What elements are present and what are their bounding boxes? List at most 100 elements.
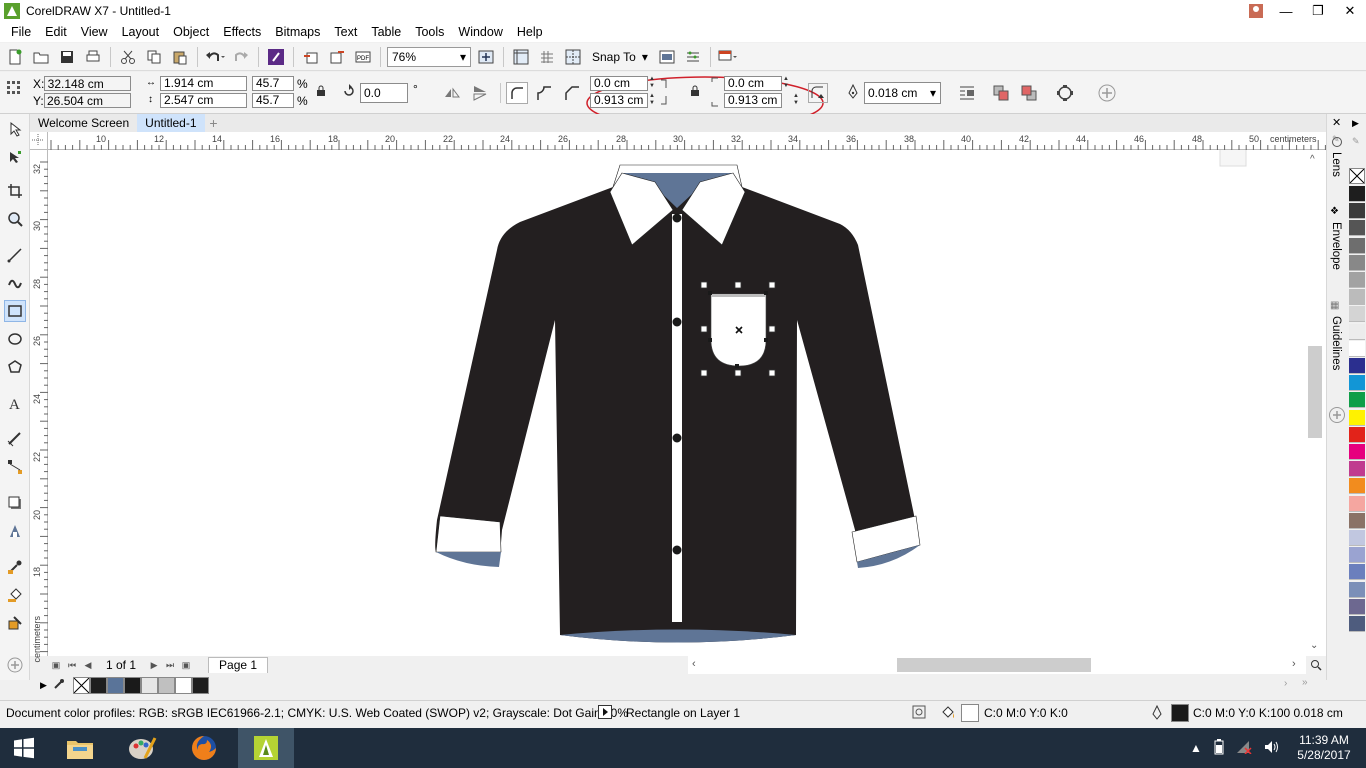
import-icon[interactable] bbox=[300, 46, 322, 68]
full-screen-preview-icon[interactable] bbox=[475, 46, 497, 68]
menu-edit[interactable]: Edit bbox=[38, 25, 74, 39]
palette-swatch[interactable] bbox=[1349, 375, 1365, 392]
palette-swatch[interactable] bbox=[1349, 340, 1365, 357]
no-color-swatch[interactable] bbox=[1349, 168, 1365, 184]
close-button[interactable]: ✕ bbox=[1334, 0, 1366, 22]
mirror-vertical-icon[interactable] bbox=[472, 85, 488, 104]
palette-swatch[interactable] bbox=[1349, 616, 1365, 632]
drawing-canvas[interactable] bbox=[48, 150, 1306, 656]
save-icon[interactable] bbox=[56, 46, 78, 68]
options-icon[interactable] bbox=[682, 46, 704, 68]
scale-y-field[interactable]: 45.7 bbox=[252, 93, 294, 108]
smart-fill-tool-icon[interactable] bbox=[4, 612, 26, 634]
expand-palette-icon[interactable]: » bbox=[1302, 677, 1308, 688]
firefox-icon[interactable] bbox=[176, 728, 232, 768]
palette-scroll-up-icon[interactable]: ▶ bbox=[1352, 118, 1359, 129]
object-details-icon[interactable] bbox=[912, 705, 926, 722]
new-document-icon[interactable] bbox=[4, 46, 26, 68]
show-guidelines-icon[interactable] bbox=[562, 46, 584, 68]
next-page-icon[interactable]: ▶ bbox=[146, 660, 162, 671]
minimize-button[interactable]: — bbox=[1270, 0, 1302, 22]
fill-color-swatch[interactable] bbox=[961, 704, 979, 722]
palette-swatch[interactable] bbox=[1349, 547, 1365, 564]
docker-tab-envelope[interactable]: Envelope bbox=[1330, 222, 1342, 270]
object-height-field[interactable]: 2.547 cm bbox=[160, 93, 247, 108]
palette-swatch[interactable] bbox=[1349, 426, 1365, 443]
palette-swatch[interactable] bbox=[1349, 358, 1365, 374]
round-corner-icon[interactable] bbox=[506, 82, 528, 104]
relative-corner-scaling-icon[interactable] bbox=[808, 83, 828, 103]
position-x-box[interactable] bbox=[44, 76, 131, 91]
ruler-origin[interactable] bbox=[30, 132, 48, 150]
vertical-scroll-thumb[interactable] bbox=[1308, 346, 1322, 438]
add-page-after-icon[interactable]: ▣ bbox=[178, 660, 194, 671]
vertical-scrollbar[interactable]: ^ ⌄ bbox=[1306, 150, 1326, 656]
last-page-icon[interactable]: ⏭ bbox=[162, 660, 178, 671]
vertical-ruler[interactable]: 32 30 28 26 24 22 20 18 centimeters bbox=[30, 150, 48, 663]
palette-swatch[interactable] bbox=[1349, 306, 1365, 323]
document-palette-swatch[interactable] bbox=[174, 676, 192, 694]
scroll-right-icon[interactable]: › bbox=[1284, 678, 1287, 689]
scroll-up-icon[interactable]: ^ bbox=[1310, 154, 1315, 165]
spin-arrows-icon[interactable]: ▲ ▼ bbox=[648, 93, 656, 108]
wrap-text-icon[interactable] bbox=[958, 84, 976, 105]
object-width-field[interactable]: 1.914 cm bbox=[160, 76, 247, 91]
tab-untitled-1[interactable]: Untitled-1 bbox=[137, 114, 205, 132]
palette-swatch[interactable] bbox=[1349, 461, 1365, 478]
lock-ratio-icon[interactable] bbox=[316, 85, 326, 100]
document-palette-swatch[interactable] bbox=[106, 676, 124, 694]
pick-tool-icon[interactable] bbox=[4, 118, 26, 140]
spin-arrows-icon[interactable]: ▲ ▼ bbox=[648, 76, 656, 91]
palette-swatch[interactable] bbox=[1349, 495, 1365, 512]
palette-swatch[interactable] bbox=[1349, 409, 1365, 426]
scroll-left-icon[interactable]: ‹ bbox=[692, 658, 696, 670]
network-icon[interactable] bbox=[1236, 740, 1252, 757]
palette-swatch[interactable] bbox=[1349, 186, 1365, 202]
print-icon[interactable] bbox=[82, 46, 104, 68]
horizontal-scroll-thumb[interactable] bbox=[897, 658, 1091, 672]
color-profiles-status[interactable]: Document color profiles: RGB: sRGB IEC61… bbox=[6, 706, 628, 720]
clock-date[interactable]: 5/28/2017 bbox=[1297, 748, 1350, 763]
application-launcher-icon[interactable] bbox=[717, 46, 739, 68]
first-page-icon[interactable]: ⏮ bbox=[64, 660, 80, 671]
palette-swatch[interactable] bbox=[1349, 530, 1365, 546]
outline-width-select[interactable]: 0.018 cm ▾ bbox=[864, 82, 941, 104]
eyedropper-icon[interactable] bbox=[53, 678, 65, 693]
document-palette-swatch[interactable] bbox=[140, 676, 158, 694]
undo-icon[interactable] bbox=[204, 46, 226, 68]
account-icon[interactable] bbox=[1242, 0, 1270, 22]
corner-bottom-right-field[interactable]: 0.913 cm bbox=[724, 93, 782, 108]
interactive-fill-tool-icon[interactable] bbox=[4, 584, 26, 606]
menu-tools[interactable]: Tools bbox=[408, 25, 451, 39]
tab-welcome-screen[interactable]: Welcome Screen bbox=[30, 114, 137, 132]
export-icon[interactable] bbox=[326, 46, 348, 68]
reference-point-icon[interactable] bbox=[6, 80, 22, 99]
palette-swatch[interactable] bbox=[1349, 512, 1365, 529]
scroll-right-icon[interactable]: › bbox=[1292, 658, 1296, 670]
palette-swatch[interactable] bbox=[1349, 237, 1365, 254]
copy-icon[interactable] bbox=[143, 46, 165, 68]
palette-swatch[interactable] bbox=[1349, 581, 1365, 598]
show-rulers-icon[interactable] bbox=[510, 46, 532, 68]
drop-shadow-tool-icon[interactable] bbox=[4, 492, 26, 514]
redo-icon[interactable] bbox=[230, 46, 252, 68]
mirror-horizontal-icon[interactable] bbox=[444, 85, 460, 104]
publish-pdf-icon[interactable]: PDF bbox=[352, 46, 374, 68]
outline-color-swatch[interactable] bbox=[1171, 704, 1189, 722]
palette-swatch[interactable] bbox=[1349, 598, 1365, 615]
menu-effects[interactable]: Effects bbox=[216, 25, 268, 39]
no-color-swatch[interactable] bbox=[72, 676, 90, 694]
coreldraw-taskbar-icon[interactable] bbox=[238, 728, 294, 768]
scroll-down-icon[interactable]: ⌄ bbox=[1310, 640, 1318, 651]
chamfered-corner-icon[interactable] bbox=[564, 85, 580, 104]
zoom-level-select[interactable]: 76% ▾ bbox=[387, 46, 471, 67]
show-grid-icon[interactable] bbox=[536, 46, 558, 68]
status-arrow-icon[interactable] bbox=[598, 705, 612, 722]
text-tool-icon[interactable]: A bbox=[4, 392, 26, 414]
corner-top-left-field[interactable]: 0.0 cm bbox=[590, 76, 648, 91]
cut-icon[interactable] bbox=[117, 46, 139, 68]
palette-swatch[interactable] bbox=[1349, 220, 1365, 237]
file-explorer-icon[interactable] bbox=[52, 728, 108, 768]
quick-customize-icon[interactable] bbox=[1098, 84, 1116, 105]
snap-to-dropdown[interactable]: Snap To ▾ bbox=[588, 50, 652, 64]
